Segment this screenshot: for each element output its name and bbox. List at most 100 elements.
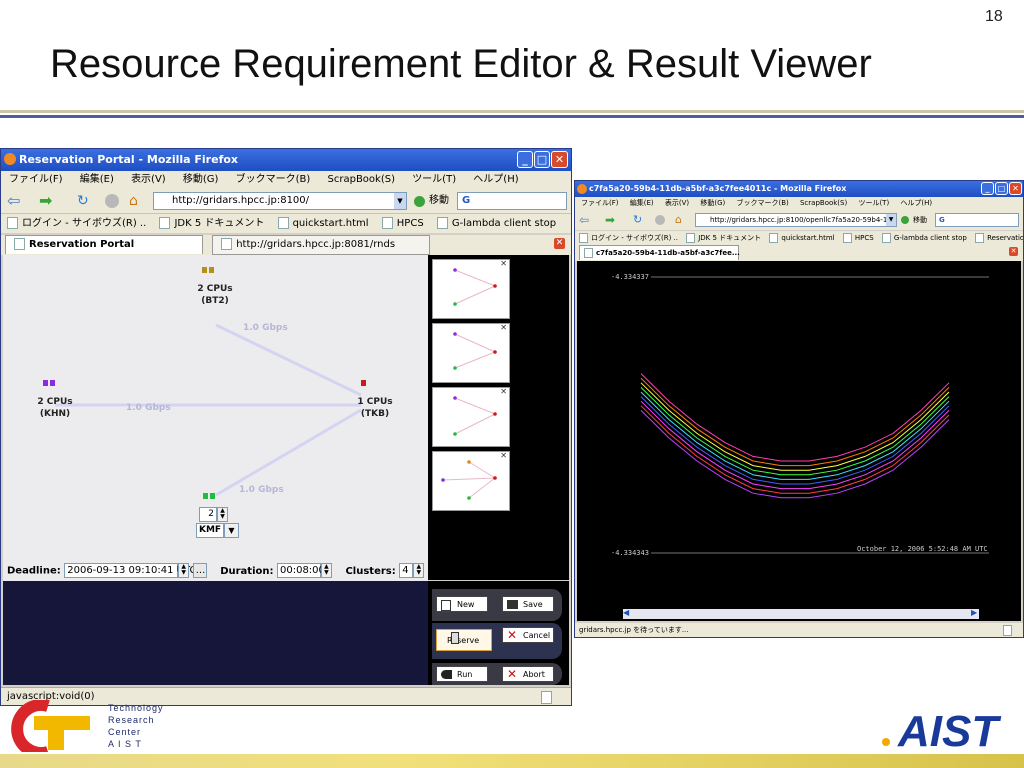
go-icon[interactable]	[901, 216, 909, 224]
window-titlebar[interactable]: c7fa5a20-59b4-11db-a5bf-a3c7fee4011c - M…	[575, 181, 1023, 197]
tab-close-icon[interactable]: ✕	[554, 238, 565, 249]
site-select-value[interactable]: KMF	[196, 523, 224, 538]
tab-result[interactable]: c7fa5a20-59b4-11db-a5bf-a3c7fee...	[579, 245, 740, 260]
thumbnail[interactable]: ✕	[432, 323, 510, 383]
bookmark-item[interactable]: HPCS	[381, 214, 424, 233]
menu-help[interactable]: ヘルプ(H)	[473, 174, 518, 185]
bookmark-item[interactable]: JDK 5 ドキュメント	[686, 231, 761, 245]
stop-icon[interactable]	[655, 215, 665, 225]
close-button[interactable]: ✕	[1009, 182, 1022, 195]
search-box[interactable]: G	[935, 213, 1019, 227]
cpu-count-input[interactable]: 2	[199, 507, 217, 522]
navigation-toolbar: ⇦ ➡ ↻ ⌂ http://gridars.hpcc.jp:8100/ ▼ 移…	[1, 189, 571, 213]
menu-scrapbook[interactable]: ScrapBook(S)	[328, 174, 395, 185]
bookmark-item[interactable]: JDK 5 ドキュメント	[159, 214, 264, 233]
site-select[interactable]: KMF ▼	[196, 523, 239, 538]
reserve-button[interactable]: Reserve	[436, 629, 492, 651]
cpu-count-stepper[interactable]: 2 ▲ ▼	[199, 507, 228, 522]
chevron-down-icon[interactable]: ▼	[224, 523, 239, 538]
run-button[interactable]: Run	[436, 666, 488, 682]
close-button[interactable]: ✕	[551, 151, 568, 168]
stop-icon[interactable]	[105, 194, 119, 208]
url-bar[interactable]: http://gridars.hpcc.jp:8100/openllc7fa5a…	[695, 213, 897, 227]
page-icon	[1003, 625, 1012, 636]
bookmark-item[interactable]: quickstart.html	[277, 214, 369, 233]
tab-reservation-portal[interactable]: Reservation Portal	[5, 235, 203, 254]
new-button[interactable]: New	[436, 596, 488, 612]
button-row: Run ✕ Abort	[432, 663, 562, 685]
page-icon	[769, 233, 779, 243]
go-label[interactable]: 移動	[429, 189, 449, 213]
spinner-arrows-icon[interactable]: ▲ ▼	[178, 563, 190, 578]
bookmark-item[interactable]: Reservation Portal	[975, 231, 1023, 245]
menu-view[interactable]: 表示(V)	[665, 199, 689, 207]
spinner-arrows-icon[interactable]: ▲ ▼	[413, 563, 425, 578]
close-icon[interactable]: ✕	[500, 451, 507, 460]
bookmark-item[interactable]: ログイン - サイボウズ(R) ..	[579, 231, 678, 245]
tab-close-icon[interactable]: ✕	[1009, 247, 1018, 256]
scroll-left-icon[interactable]: ◀	[623, 608, 629, 617]
spinner-arrows-icon[interactable]: ▲ ▼	[217, 507, 228, 522]
bookmark-item[interactable]: G-lambda client stop	[436, 214, 556, 233]
home-icon[interactable]: ⌂	[675, 210, 682, 230]
series-line-8	[640, 405, 950, 494]
abort-button[interactable]: ✕ Abort	[502, 666, 554, 682]
close-icon[interactable]: ✕	[500, 323, 507, 332]
home-icon[interactable]: ⌂	[129, 191, 138, 211]
dropdown-icon[interactable]: ▼	[394, 193, 406, 209]
reload-icon[interactable]: ↻	[633, 210, 642, 230]
close-icon[interactable]: ✕	[500, 387, 507, 396]
menu-go[interactable]: 移動(G)	[183, 174, 219, 185]
menu-view[interactable]: 表示(V)	[131, 174, 166, 185]
menu-bookmarks[interactable]: ブックマーク(B)	[236, 174, 311, 185]
menu-go[interactable]: 移動(G)	[700, 199, 725, 207]
minimize-button[interactable]: _	[517, 151, 533, 168]
scrollbar-track[interactable]	[623, 609, 979, 619]
menu-file[interactable]: ファイル(F)	[581, 199, 619, 207]
scroll-right-icon[interactable]: ▶	[971, 608, 977, 617]
cancel-button[interactable]: ✕ Cancel	[502, 627, 554, 643]
thumbnail[interactable]: ✕	[432, 259, 510, 319]
node-khn[interactable]: 2 CPUs (KHN)	[33, 396, 77, 420]
menu-edit[interactable]: 編集(E)	[630, 199, 654, 207]
menu-edit[interactable]: 編集(E)	[80, 174, 114, 185]
back-icon[interactable]: ⇦	[579, 210, 589, 230]
reload-icon[interactable]: ↻	[77, 191, 89, 211]
node-tkb[interactable]: 1 CPUs (TKB)	[353, 396, 397, 420]
close-icon[interactable]: ✕	[500, 259, 507, 268]
bookmark-item[interactable]: quickstart.html	[769, 231, 835, 245]
node-bt2[interactable]: 2 CPUs (BT2)	[193, 283, 237, 307]
menu-help[interactable]: ヘルプ(H)	[900, 199, 932, 207]
back-icon[interactable]: ⇦	[7, 191, 20, 211]
menu-file[interactable]: ファイル(F)	[9, 174, 63, 185]
minimize-button[interactable]: _	[981, 182, 994, 195]
spinner-arrows-icon[interactable]: ▲ ▼	[320, 563, 332, 578]
maximize-button[interactable]: □	[995, 182, 1008, 195]
search-box[interactable]: G	[457, 192, 567, 210]
bookmark-item[interactable]: ログイン - サイボウズ(R) ..	[7, 214, 146, 233]
horizontal-scrollbar[interactable]: ◀ ▶	[577, 607, 1021, 621]
bookmark-item[interactable]: HPCS	[842, 231, 874, 245]
deadline-input[interactable]: 2006-09-13 09:10:41 UTC	[64, 563, 196, 578]
go-label[interactable]: 移動	[913, 210, 927, 230]
menu-bookmarks[interactable]: ブックマーク(B)	[736, 199, 788, 207]
forward-icon[interactable]: ➡	[605, 210, 615, 230]
tab-rnds[interactable]: http://gridars.hpcc.jp:8081/rnds	[212, 235, 431, 255]
bookmark-item[interactable]: G-lambda client stop	[881, 231, 967, 245]
menu-scrapbook[interactable]: ScrapBook(S)	[800, 199, 847, 207]
clusters-input[interactable]: 4	[399, 563, 414, 578]
duration-input[interactable]: 00:08:00	[276, 563, 325, 578]
menu-tools[interactable]: ツール(T)	[858, 199, 889, 207]
deadline-picker-button[interactable]: ...	[192, 563, 207, 578]
forward-icon[interactable]: ➡	[39, 191, 52, 211]
url-bar[interactable]: http://gridars.hpcc.jp:8100/ ▼	[153, 192, 407, 210]
maximize-button[interactable]: □	[534, 151, 550, 168]
window-titlebar[interactable]: Reservation Portal - Mozilla Firefox _ □…	[1, 149, 571, 171]
dropdown-icon[interactable]: ▼	[886, 214, 896, 226]
menu-tools[interactable]: ツール(T)	[412, 174, 456, 185]
thumbnail[interactable]: ✕	[432, 451, 510, 511]
topology-editor[interactable]: 2 CPUs (BT2) 2 CPUs (KHN) 1 CPUs (TKB) 1.0 …	[3, 255, 428, 580]
thumbnail[interactable]: ✕	[432, 387, 510, 447]
go-icon[interactable]	[414, 196, 425, 207]
save-button[interactable]: Save	[502, 596, 554, 612]
